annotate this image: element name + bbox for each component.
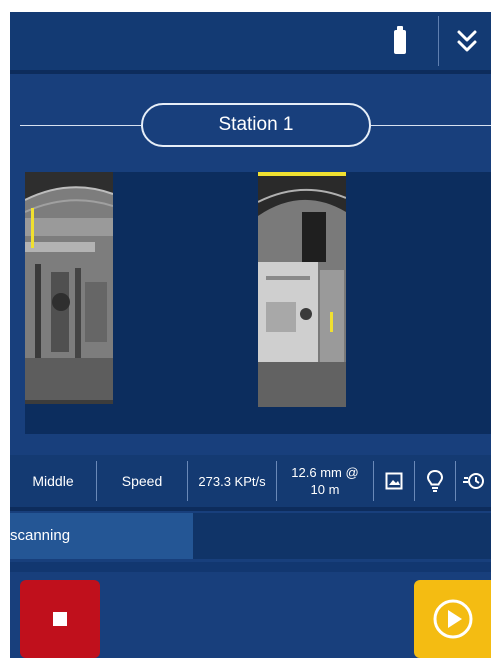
- battery-icon: [394, 26, 406, 54]
- scan-thumbnail[interactable]: [25, 172, 113, 404]
- play-icon: [433, 599, 472, 639]
- density-setting[interactable]: Middle: [10, 455, 96, 507]
- collapse-button[interactable]: [447, 20, 487, 62]
- scan-image: [258, 172, 346, 407]
- stop-button[interactable]: [20, 580, 100, 658]
- scan-image: [25, 172, 113, 404]
- top-bar-divider: [438, 16, 439, 66]
- timer-icon: [462, 473, 484, 489]
- scanner-screen: Station 1 Middle Speed 273.3 KPt/s 12.6 …: [10, 12, 491, 658]
- play-button[interactable]: [414, 580, 491, 658]
- station-line-right: [371, 125, 491, 126]
- top-bar-separator: [10, 70, 491, 74]
- stats-separator: [10, 507, 491, 511]
- scan-settings-bar: Middle Speed 273.3 KPt/s 12.6 mm @ 10 m: [10, 455, 491, 507]
- point-rate-label: 273.3 KPt/s: [198, 473, 266, 489]
- image-toggle[interactable]: [374, 455, 414, 507]
- point-rate: 273.3 KPt/s: [188, 455, 276, 507]
- station-selector[interactable]: Station 1: [141, 103, 371, 147]
- scan-progress-label: scanning: [10, 527, 71, 544]
- scan-image-strip: [25, 172, 491, 434]
- resolution-setting[interactable]: 12.6 mm @ 10 m: [277, 455, 373, 507]
- scan-thumbnail[interactable]: [258, 172, 346, 407]
- mode-label: Speed: [121, 472, 163, 489]
- scan-progress-bar: scanning: [10, 513, 491, 559]
- mode-setting[interactable]: Speed: [97, 455, 187, 507]
- double-chevron-down-icon: [457, 30, 477, 52]
- image-icon: [385, 472, 403, 490]
- resolution-line-1: 12.6 mm @: [291, 465, 359, 480]
- lightbulb-icon: [426, 469, 444, 492]
- density-label: Middle: [32, 472, 74, 489]
- bottom-separator: [10, 562, 491, 572]
- stop-icon: [53, 612, 67, 626]
- timer-toggle[interactable]: [456, 455, 491, 507]
- station-label: Station 1: [218, 114, 294, 135]
- resolution-line-2: 10 m: [310, 482, 340, 497]
- light-toggle[interactable]: [415, 455, 455, 507]
- top-bar: [10, 12, 491, 70]
- station-line-left: [20, 125, 141, 126]
